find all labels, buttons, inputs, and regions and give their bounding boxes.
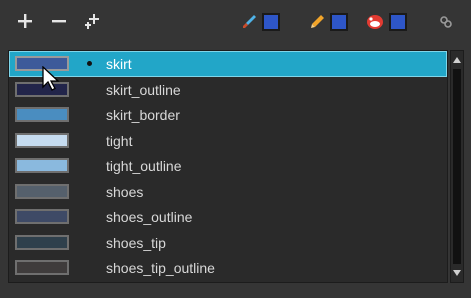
link-button[interactable] (436, 12, 456, 32)
color-palette-panel: skirt skirt_outline skirt_bordertight tight… (0, 0, 471, 298)
current-color-dot (87, 61, 92, 66)
palette-row[interactable]: skirt (9, 51, 447, 77)
color-swatch[interactable] (15, 260, 69, 275)
palette-list-rows: skirt skirt_outline skirt_bordertight tight… (9, 51, 447, 281)
pencil-color-button[interactable] (303, 10, 353, 34)
plus-icon (18, 14, 32, 28)
palette-row[interactable]: skirt_outline (9, 77, 447, 103)
scroll-down-button[interactable] (451, 266, 463, 280)
paint-bucket-icon (367, 15, 383, 29)
palette-row[interactable]: shoes_tip_outline (9, 255, 447, 281)
color-swatch[interactable] (15, 107, 69, 122)
brush-swatch (262, 13, 280, 31)
palette-toolbar (0, 0, 471, 44)
color-swatch[interactable] (15, 234, 69, 250)
link-icon (440, 16, 452, 28)
color-name-label: shoes_tip (106, 234, 166, 251)
color-swatch[interactable] (15, 183, 69, 199)
color-name-label: tight (106, 132, 133, 149)
color-name-label: skirt (106, 56, 132, 72)
color-name-label: shoes (106, 183, 144, 200)
pencil-icon (311, 15, 324, 28)
arrow-down-icon (453, 270, 461, 276)
color-swatch[interactable] (15, 81, 69, 97)
vertical-scrollbar[interactable] (450, 50, 464, 283)
paint-swatch (389, 13, 407, 31)
palette-row[interactable]: shoes (9, 179, 447, 205)
color-name-label: tight_outline (106, 158, 182, 174)
minus-icon (52, 20, 66, 23)
arrow-up-icon (453, 57, 461, 63)
color-swatch[interactable] (15, 132, 69, 148)
color-swatch[interactable] (15, 158, 69, 173)
remove-color-button[interactable] (48, 10, 70, 32)
clone-plus-icon (85, 14, 99, 29)
scroll-up-button[interactable] (451, 53, 463, 67)
clone-color-button[interactable] (82, 10, 104, 32)
palette-row[interactable]: shoes_outline (9, 204, 447, 230)
brush-icon (243, 15, 256, 28)
color-swatch[interactable] (15, 56, 69, 71)
palette-row[interactable]: tight_outline (9, 153, 447, 179)
palette-row[interactable]: skirt_border (9, 102, 447, 128)
color-name-label: shoes_tip_outline (106, 260, 215, 276)
color-name-label: shoes_outline (106, 209, 193, 225)
color-name-label: skirt_border (106, 107, 180, 123)
color-name-label: skirt_outline (106, 81, 181, 98)
pencil-swatch (330, 13, 348, 31)
color-swatch[interactable] (15, 209, 69, 224)
palette-row[interactable]: shoes_tip (9, 230, 447, 256)
palette-row[interactable]: tight (9, 128, 447, 154)
brush-color-button[interactable] (235, 10, 285, 34)
add-color-button[interactable] (14, 10, 36, 32)
paint-color-button[interactable] (360, 10, 412, 34)
scroll-track[interactable] (453, 69, 461, 264)
palette-list: skirt skirt_outline skirt_bordertight tight… (8, 50, 448, 283)
